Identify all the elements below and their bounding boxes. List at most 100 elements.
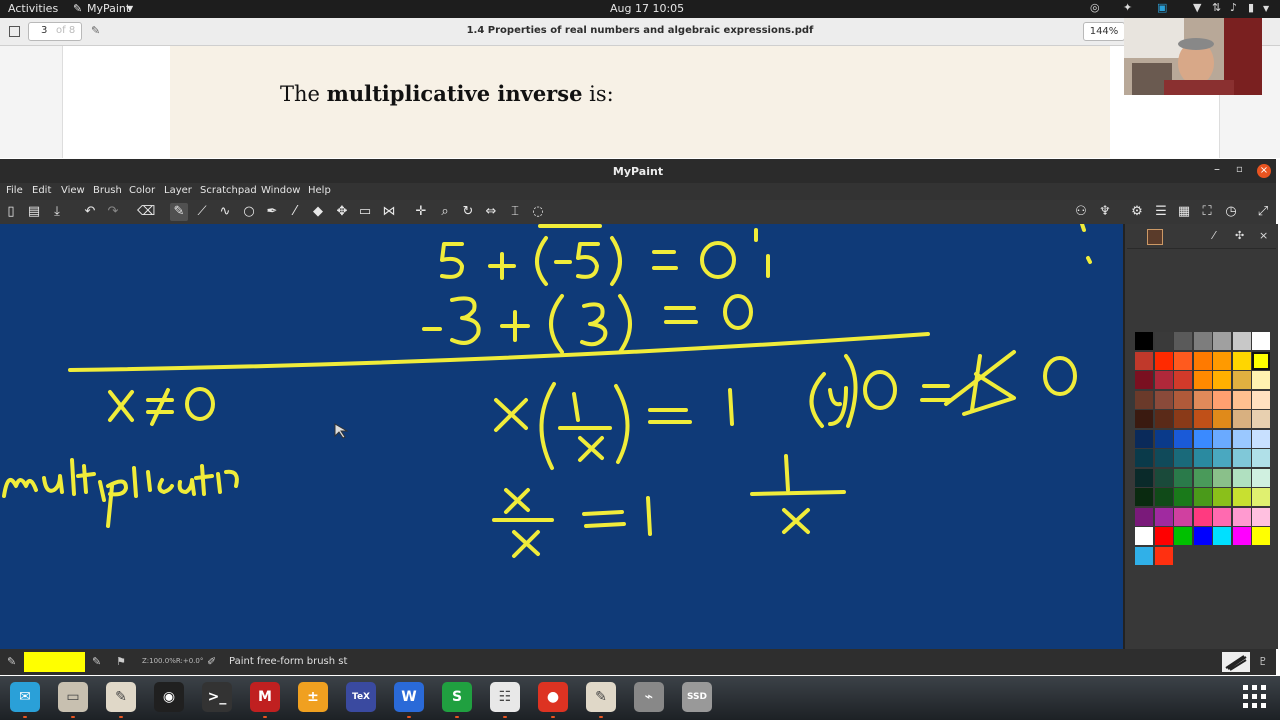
writer-app-icon[interactable]: W xyxy=(394,682,424,712)
screen-icon[interactable]: ▣ xyxy=(1157,1,1167,14)
save-icon[interactable]: ⤓ xyxy=(48,203,66,221)
app-menu-button[interactable]: MyPaint xyxy=(87,2,130,15)
undo-icon[interactable]: ↶ xyxy=(81,203,99,221)
menu-brush[interactable]: Brush xyxy=(93,185,122,196)
ellipse-icon[interactable]: ○ xyxy=(240,203,258,221)
color-swatch[interactable] xyxy=(1174,332,1192,350)
color-swatch[interactable] xyxy=(1135,449,1153,467)
color-swatch[interactable] xyxy=(1135,546,1153,565)
color-swatch[interactable] xyxy=(1193,468,1212,487)
color-swatch[interactable] xyxy=(1252,371,1270,389)
color-swatch[interactable] xyxy=(1135,468,1153,487)
minimize-icon[interactable]: – xyxy=(1214,162,1220,176)
color-swatch[interactable] xyxy=(1232,410,1251,428)
color-swatch[interactable] xyxy=(1154,468,1173,487)
menu-edit[interactable]: Edit xyxy=(32,185,51,196)
drawing-canvas[interactable] xyxy=(0,224,1123,649)
network-icon[interactable]: ⇅ xyxy=(1212,1,1221,14)
color-swatch[interactable] xyxy=(1154,507,1173,526)
open-icon[interactable]: ▤ xyxy=(25,203,43,221)
panel-close-icon[interactable]: × xyxy=(1259,229,1268,242)
menu-layer[interactable]: Layer xyxy=(164,185,192,196)
color-swatch[interactable] xyxy=(1193,410,1212,428)
layer-edit-icon[interactable]: ✎ xyxy=(92,655,101,668)
frame-icon[interactable]: ▭ xyxy=(356,203,374,221)
volume-icon[interactable]: ♪ xyxy=(1230,1,1237,14)
color-swatch[interactable] xyxy=(1232,371,1251,389)
color-swatch[interactable] xyxy=(1213,507,1231,526)
menu-window[interactable]: Window xyxy=(261,185,300,196)
color-swatch[interactable] xyxy=(1193,488,1212,506)
color-swatch[interactable] xyxy=(1252,488,1270,506)
color-swatch[interactable] xyxy=(1252,507,1270,526)
eraser-icon[interactable]: ⌫ xyxy=(137,203,155,221)
clock[interactable]: Aug 17 10:05 xyxy=(610,2,684,15)
color-swatch[interactable] xyxy=(1135,507,1153,526)
brush-settings-icon[interactable]: ♇ xyxy=(1258,655,1268,668)
menu-color[interactable]: Color xyxy=(129,185,155,196)
color-swatch[interactable] xyxy=(1154,410,1173,428)
color-swatch[interactable] xyxy=(1213,332,1231,350)
color-swatch[interactable] xyxy=(1252,468,1270,487)
color-swatch[interactable] xyxy=(1174,429,1192,448)
color-swatch[interactable] xyxy=(1154,527,1173,545)
color-swatch[interactable] xyxy=(1213,351,1231,370)
dropbox-icon[interactable]: ✦ xyxy=(1123,1,1132,14)
color-swatch[interactable] xyxy=(1193,371,1212,389)
color-swatch[interactable] xyxy=(1213,390,1231,409)
maximize-icon[interactable]: ▫ xyxy=(1236,164,1243,175)
color-swatch[interactable] xyxy=(1213,449,1231,467)
color-swatch[interactable] xyxy=(1193,351,1212,370)
color-swatch[interactable] xyxy=(1174,468,1192,487)
color-swatch[interactable] xyxy=(1135,351,1153,370)
color-swatch[interactable] xyxy=(1135,410,1153,428)
color-swatch[interactable] xyxy=(1174,390,1192,409)
layer-lock-icon[interactable]: ⚑ xyxy=(116,655,126,668)
color-swatch[interactable] xyxy=(1135,429,1153,448)
menu-view[interactable]: View xyxy=(61,185,85,196)
color-swatch[interactable] xyxy=(1174,351,1192,370)
inking-icon[interactable]: ✒ xyxy=(263,203,281,221)
color-swatch[interactable] xyxy=(1154,546,1173,565)
chrome-app-icon[interactable]: ● xyxy=(538,682,568,712)
color-swatch[interactable] xyxy=(1174,371,1192,389)
maple-app-icon[interactable]: M xyxy=(250,682,280,712)
color-swatch[interactable] xyxy=(1135,527,1153,545)
menu-icon[interactable]: ☰ xyxy=(1152,203,1170,221)
color-swatch[interactable] xyxy=(1135,488,1153,506)
lines-icon[interactable]: ⟋ xyxy=(193,203,211,221)
rotate-icon[interactable]: ↻ xyxy=(459,203,477,221)
mypaint-app-icon[interactable]: ✎ xyxy=(586,682,616,712)
color-swatch[interactable] xyxy=(1232,390,1251,409)
brush-icon[interactable]: ✎ xyxy=(170,203,188,221)
color-swatch[interactable] xyxy=(1193,449,1212,467)
color-swatch[interactable] xyxy=(1252,527,1270,545)
color-swatch[interactable] xyxy=(1174,527,1192,545)
color-swatch[interactable] xyxy=(1232,351,1251,370)
files-app-icon[interactable]: ▭ xyxy=(58,682,88,712)
color-picker-icon[interactable]: ⁄ xyxy=(286,203,304,221)
move-icon[interactable]: ✛ xyxy=(412,203,430,221)
scratchpad-icon[interactable]: ▦ xyxy=(1175,203,1193,221)
zoom-field[interactable]: 144% xyxy=(1083,22,1125,41)
color-swatch[interactable] xyxy=(1135,371,1153,389)
color-swatch[interactable] xyxy=(1174,507,1192,526)
color-swatch[interactable] xyxy=(1232,332,1251,350)
reset-icon[interactable]: ◌ xyxy=(529,203,547,221)
show-applications-icon[interactable] xyxy=(1243,685,1267,709)
system-menu-icon[interactable]: ▼ xyxy=(1263,4,1269,13)
history-icon[interactable]: ◷ xyxy=(1222,203,1240,221)
usb-app-icon[interactable]: ⌁ xyxy=(634,682,664,712)
pan-icon[interactable]: ✥ xyxy=(333,203,351,221)
color-swatch[interactable] xyxy=(1213,429,1231,448)
color-swatch[interactable] xyxy=(1252,332,1270,350)
calculator-app-icon[interactable]: ± xyxy=(298,682,328,712)
pin-icon[interactable]: ✣ xyxy=(1235,229,1244,242)
color-swatch[interactable] xyxy=(1154,449,1173,467)
color-swatch[interactable] xyxy=(1232,488,1251,506)
fullscreen-icon[interactable]: ⛶ xyxy=(1198,203,1216,221)
new-icon[interactable]: ▯ xyxy=(2,203,20,221)
menu-help[interactable]: Help xyxy=(308,185,331,196)
color-swatch[interactable] xyxy=(1232,507,1251,526)
battery-icon[interactable]: ▮ xyxy=(1248,1,1254,14)
